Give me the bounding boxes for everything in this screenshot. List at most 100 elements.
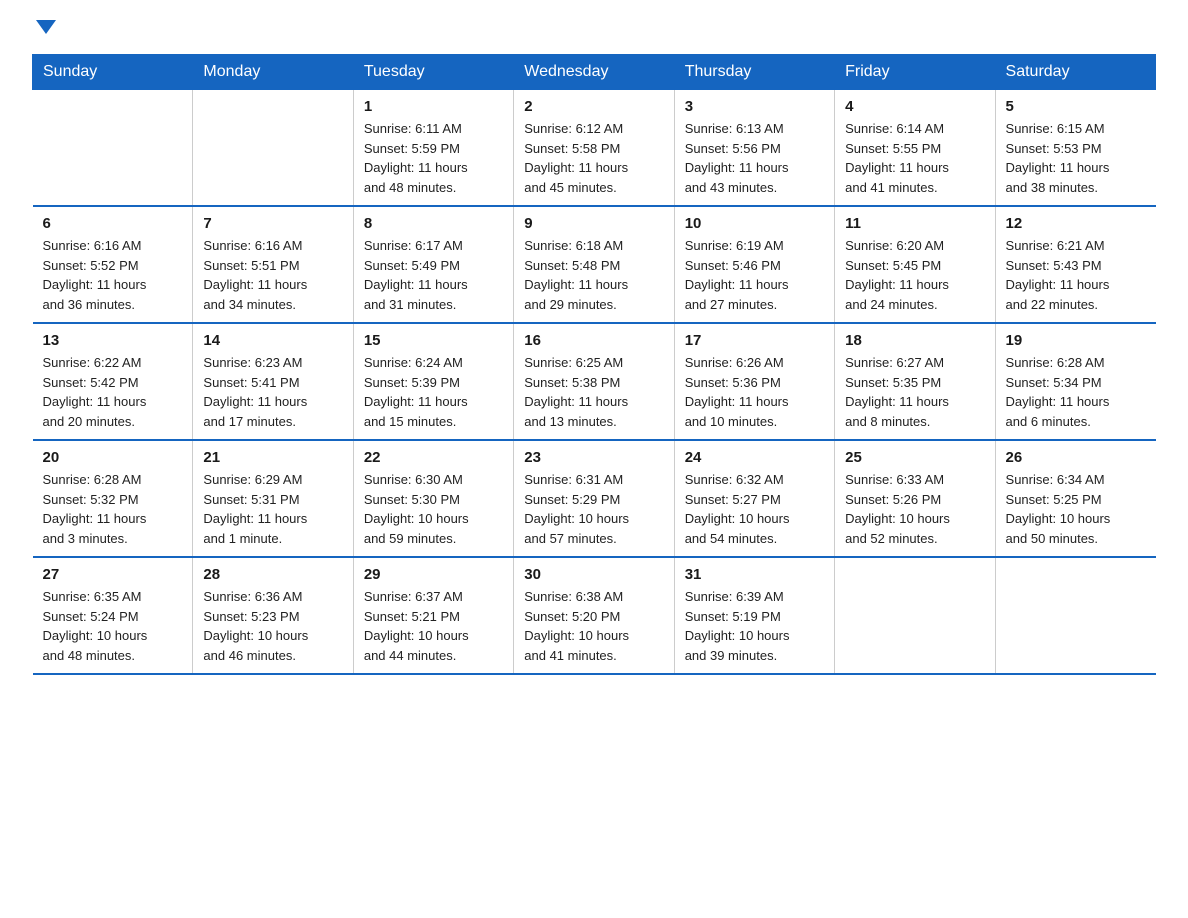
- days-of-week-row: Sunday Monday Tuesday Wednesday Thursday…: [33, 55, 1156, 90]
- calendar-body: 1 Sunrise: 6:11 AM Sunset: 5:59 PM Daylig…: [33, 90, 1156, 675]
- day-info: Sunrise: 6:30 AM Sunset: 5:30 PM Dayligh…: [364, 470, 503, 548]
- day-number: 21: [203, 449, 342, 466]
- day-number: 27: [43, 566, 183, 583]
- day-number: 15: [364, 332, 503, 349]
- day-number: 10: [685, 215, 824, 232]
- day-number: 16: [524, 332, 663, 349]
- day-cell-0-6: 5 Sunrise: 6:15 AM Sunset: 5:53 PM Daylig…: [995, 90, 1155, 207]
- week-row-4: 20 Sunrise: 6:28 AM Sunset: 5:32 PM Dayli…: [33, 440, 1156, 557]
- day-cell-2-3: 16 Sunrise: 6:25 AM Sunset: 5:38 PM Dayli…: [514, 323, 674, 440]
- day-info: Sunrise: 6:24 AM Sunset: 5:39 PM Dayligh…: [364, 353, 503, 431]
- day-cell-3-6: 26Sunrise: 6:34 AM Sunset: 5:25 PM Dayli…: [995, 440, 1155, 557]
- day-cell-1-0: 6 Sunrise: 6:16 AM Sunset: 5:52 PM Daylig…: [33, 206, 193, 323]
- day-info: Sunrise: 6:37 AM Sunset: 5:21 PM Dayligh…: [364, 587, 503, 665]
- day-info: Sunrise: 6:33 AM Sunset: 5:26 PM Dayligh…: [845, 470, 984, 548]
- day-info: Sunrise: 6:25 AM Sunset: 5:38 PM Dayligh…: [524, 353, 663, 431]
- day-info: Sunrise: 6:17 AM Sunset: 5:49 PM Dayligh…: [364, 236, 503, 314]
- week-row-2: 6 Sunrise: 6:16 AM Sunset: 5:52 PM Daylig…: [33, 206, 1156, 323]
- calendar-table: Sunday Monday Tuesday Wednesday Thursday…: [32, 54, 1156, 675]
- day-info: Sunrise: 6:18 AM Sunset: 5:48 PM Dayligh…: [524, 236, 663, 314]
- day-number: 29: [364, 566, 503, 583]
- week-row-5: 27 Sunrise: 6:35 AM Sunset: 5:24 PM Dayli…: [33, 557, 1156, 674]
- day-cell-0-4: 3 Sunrise: 6:13 AM Sunset: 5:56 PM Daylig…: [674, 90, 834, 207]
- day-number: 6: [43, 215, 183, 232]
- day-info: Sunrise: 6:16 AM Sunset: 5:52 PM Dayligh…: [43, 236, 183, 314]
- day-cell-3-1: 21 Sunrise: 6:29 AM Sunset: 5:31 PM Dayli…: [193, 440, 353, 557]
- day-cell-1-2: 8 Sunrise: 6:17 AM Sunset: 5:49 PM Daylig…: [353, 206, 513, 323]
- day-cell-4-2: 29 Sunrise: 6:37 AM Sunset: 5:21 PM Dayli…: [353, 557, 513, 674]
- day-cell-2-0: 13Sunrise: 6:22 AM Sunset: 5:42 PM Dayli…: [33, 323, 193, 440]
- week-row-1: 1 Sunrise: 6:11 AM Sunset: 5:59 PM Daylig…: [33, 90, 1156, 207]
- day-cell-0-2: 1 Sunrise: 6:11 AM Sunset: 5:59 PM Daylig…: [353, 90, 513, 207]
- day-info: Sunrise: 6:34 AM Sunset: 5:25 PM Dayligh…: [1006, 470, 1146, 548]
- day-cell-1-1: 7 Sunrise: 6:16 AM Sunset: 5:51 PM Daylig…: [193, 206, 353, 323]
- col-wednesday: Wednesday: [514, 55, 674, 90]
- day-number: 4: [845, 98, 984, 115]
- day-info: Sunrise: 6:12 AM Sunset: 5:58 PM Dayligh…: [524, 119, 663, 197]
- logo-triangle-icon: [36, 20, 56, 34]
- day-info: Sunrise: 6:28 AM Sunset: 5:34 PM Dayligh…: [1006, 353, 1146, 431]
- day-number: 1: [364, 98, 503, 115]
- day-cell-3-4: 24Sunrise: 6:32 AM Sunset: 5:27 PM Dayli…: [674, 440, 834, 557]
- col-friday: Friday: [835, 55, 995, 90]
- page-header: [32, 24, 1156, 38]
- day-cell-1-6: 12 Sunrise: 6:21 AM Sunset: 5:43 PM Dayli…: [995, 206, 1155, 323]
- day-cell-4-1: 28Sunrise: 6:36 AM Sunset: 5:23 PM Dayli…: [193, 557, 353, 674]
- week-row-3: 13Sunrise: 6:22 AM Sunset: 5:42 PM Dayli…: [33, 323, 1156, 440]
- col-saturday: Saturday: [995, 55, 1155, 90]
- day-info: Sunrise: 6:21 AM Sunset: 5:43 PM Dayligh…: [1006, 236, 1146, 314]
- day-cell-4-0: 27 Sunrise: 6:35 AM Sunset: 5:24 PM Dayli…: [33, 557, 193, 674]
- day-number: 24: [685, 449, 824, 466]
- day-cell-0-3: 2 Sunrise: 6:12 AM Sunset: 5:58 PM Daylig…: [514, 90, 674, 207]
- day-cell-0-0: [33, 90, 193, 207]
- day-info: Sunrise: 6:16 AM Sunset: 5:51 PM Dayligh…: [203, 236, 342, 314]
- day-info: Sunrise: 6:11 AM Sunset: 5:59 PM Dayligh…: [364, 119, 503, 197]
- logo: [32, 24, 56, 38]
- day-info: Sunrise: 6:20 AM Sunset: 5:45 PM Dayligh…: [845, 236, 984, 314]
- day-cell-1-5: 11 Sunrise: 6:20 AM Sunset: 5:45 PM Dayli…: [835, 206, 995, 323]
- day-cell-4-3: 30 Sunrise: 6:38 AM Sunset: 5:20 PM Dayli…: [514, 557, 674, 674]
- day-info: Sunrise: 6:28 AM Sunset: 5:32 PM Dayligh…: [43, 470, 183, 548]
- day-cell-3-2: 22 Sunrise: 6:30 AM Sunset: 5:30 PM Dayli…: [353, 440, 513, 557]
- day-info: Sunrise: 6:13 AM Sunset: 5:56 PM Dayligh…: [685, 119, 824, 197]
- col-monday: Monday: [193, 55, 353, 90]
- day-number: 13: [43, 332, 183, 349]
- day-number: 12: [1006, 215, 1146, 232]
- day-cell-1-4: 10Sunrise: 6:19 AM Sunset: 5:46 PM Dayli…: [674, 206, 834, 323]
- day-info: Sunrise: 6:29 AM Sunset: 5:31 PM Dayligh…: [203, 470, 342, 548]
- day-info: Sunrise: 6:26 AM Sunset: 5:36 PM Dayligh…: [685, 353, 824, 431]
- day-cell-1-3: 9 Sunrise: 6:18 AM Sunset: 5:48 PM Daylig…: [514, 206, 674, 323]
- day-number: 23: [524, 449, 663, 466]
- day-cell-4-5: [835, 557, 995, 674]
- day-info: Sunrise: 6:23 AM Sunset: 5:41 PM Dayligh…: [203, 353, 342, 431]
- day-number: 8: [364, 215, 503, 232]
- day-number: 30: [524, 566, 663, 583]
- day-number: 7: [203, 215, 342, 232]
- day-cell-2-5: 18Sunrise: 6:27 AM Sunset: 5:35 PM Dayli…: [835, 323, 995, 440]
- day-info: Sunrise: 6:35 AM Sunset: 5:24 PM Dayligh…: [43, 587, 183, 665]
- day-cell-4-4: 31 Sunrise: 6:39 AM Sunset: 5:19 PM Dayli…: [674, 557, 834, 674]
- day-info: Sunrise: 6:31 AM Sunset: 5:29 PM Dayligh…: [524, 470, 663, 548]
- day-number: 28: [203, 566, 342, 583]
- day-info: Sunrise: 6:39 AM Sunset: 5:19 PM Dayligh…: [685, 587, 824, 665]
- day-info: Sunrise: 6:38 AM Sunset: 5:20 PM Dayligh…: [524, 587, 663, 665]
- day-cell-0-5: 4Sunrise: 6:14 AM Sunset: 5:55 PM Daylig…: [835, 90, 995, 207]
- day-cell-4-6: [995, 557, 1155, 674]
- day-number: 11: [845, 215, 984, 232]
- day-number: 9: [524, 215, 663, 232]
- calendar-header: Sunday Monday Tuesday Wednesday Thursday…: [33, 55, 1156, 90]
- day-number: 2: [524, 98, 663, 115]
- day-number: 5: [1006, 98, 1146, 115]
- day-number: 18: [845, 332, 984, 349]
- col-sunday: Sunday: [33, 55, 193, 90]
- day-cell-3-3: 23 Sunrise: 6:31 AM Sunset: 5:29 PM Dayli…: [514, 440, 674, 557]
- day-number: 22: [364, 449, 503, 466]
- day-number: 3: [685, 98, 824, 115]
- day-number: 20: [43, 449, 183, 466]
- day-number: 14: [203, 332, 342, 349]
- day-number: 19: [1006, 332, 1146, 349]
- day-number: 31: [685, 566, 824, 583]
- day-cell-2-1: 14 Sunrise: 6:23 AM Sunset: 5:41 PM Dayli…: [193, 323, 353, 440]
- day-info: Sunrise: 6:15 AM Sunset: 5:53 PM Dayligh…: [1006, 119, 1146, 197]
- day-cell-2-6: 19 Sunrise: 6:28 AM Sunset: 5:34 PM Dayli…: [995, 323, 1155, 440]
